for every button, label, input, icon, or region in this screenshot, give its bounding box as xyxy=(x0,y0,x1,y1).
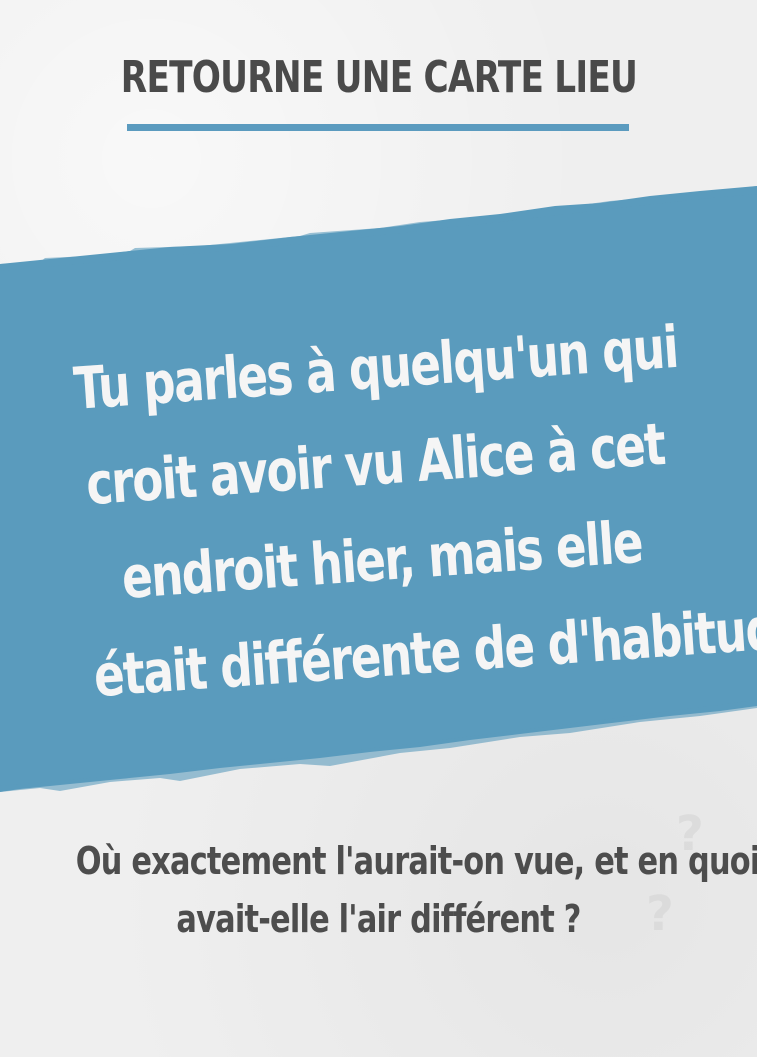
card-question: Où exactement l'aurait-on vue, et en quo… xyxy=(0,832,757,948)
card-prompt: Tu parles à quelqu'un qui croit avoir vu… xyxy=(0,294,757,730)
question-line-1: Où exactement l'aurait-on vue, et en quo… xyxy=(75,839,757,883)
question-line-2: avait-elle l'air différent ? xyxy=(176,897,581,941)
